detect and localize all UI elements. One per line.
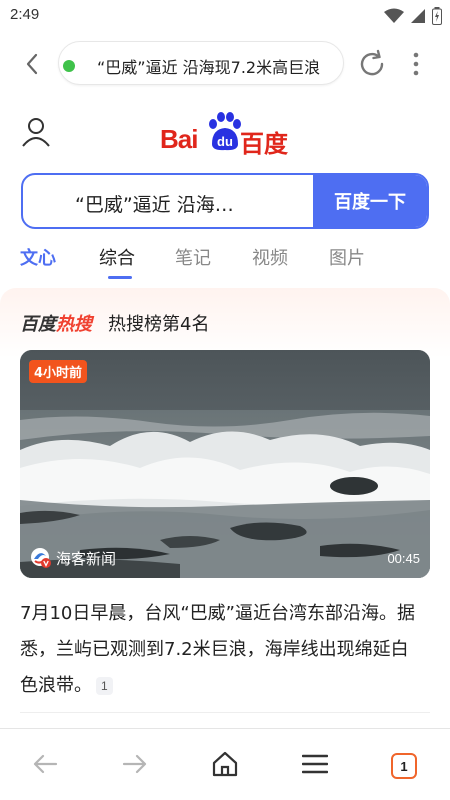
paw-icon: du xyxy=(209,112,241,151)
arrow-left-icon xyxy=(33,754,58,774)
reload-icon xyxy=(360,49,384,76)
home-icon xyxy=(212,751,238,777)
nav-forward-button[interactable] xyxy=(120,749,150,779)
search-input[interactable]: “巴威”逼近 沿海… xyxy=(23,175,315,227)
reload-button[interactable] xyxy=(356,48,388,80)
browser-back-button[interactable] xyxy=(18,50,46,78)
browser-toolbar: “巴威”逼近 沿海现7.2米高巨浪 xyxy=(0,36,450,92)
signal-icon xyxy=(411,9,425,23)
user-icon xyxy=(22,118,50,147)
tab-biji[interactable]: 笔记 xyxy=(175,244,211,270)
logo-du-text: du xyxy=(217,134,233,149)
chevron-left-icon xyxy=(26,53,38,75)
article-summary[interactable]: 7月10日早晨，台风“巴威”逼近台湾东部沿海。据悉，兰屿已观测到7.2米巨浪，海… xyxy=(20,596,420,704)
time-ago-badge: 4小时前 xyxy=(29,360,88,383)
more-vert-icon xyxy=(413,52,419,76)
nav-back-button[interactable] xyxy=(30,749,60,779)
arrow-right-icon xyxy=(122,754,147,774)
source-name: 海客新闻 xyxy=(56,549,117,568)
search-box: “巴威”逼近 沿海… 百度一下 xyxy=(21,173,429,229)
hamburger-menu-icon xyxy=(302,754,328,774)
tab-switcher-button[interactable]: 1 xyxy=(391,753,417,779)
divider xyxy=(20,712,430,713)
status-time: 2:49 xyxy=(10,6,40,23)
bottom-navigation: 1 xyxy=(0,728,450,800)
citation-badge[interactable]: 1 xyxy=(96,677,113,695)
address-text: “巴威”逼近 沿海现7.2米高巨浪 xyxy=(97,58,321,77)
hot-brand-resou: 热搜 xyxy=(56,314,92,335)
tab-zonghe[interactable]: 综合 xyxy=(99,244,135,270)
status-bar: 2:49 xyxy=(0,0,450,32)
video-duration: 00:45 xyxy=(387,551,420,566)
tab-wenxin[interactable]: 文心 xyxy=(20,244,56,270)
ocean-waves-image xyxy=(20,350,430,578)
article-text: 7月10日早晨，台风“巴威”逼近台湾东部沿海。据悉，兰屿已观测到7.2米巨浪，海… xyxy=(20,603,416,696)
hot-brand-baidu: 百度 xyxy=(20,314,56,335)
battery-icon xyxy=(432,7,442,25)
baidu-logo: Bai du 百度 xyxy=(160,112,290,158)
tab-shipin[interactable]: 视频 xyxy=(252,244,288,270)
nav-home-button[interactable] xyxy=(210,749,240,779)
search-tabs: 文心 综合 笔记 视频 图片 xyxy=(20,244,430,280)
active-tab-indicator xyxy=(108,276,132,279)
wifi-icon xyxy=(384,8,404,23)
user-profile-button[interactable] xyxy=(20,116,52,148)
hot-search-card: 百度热搜 热搜榜第4名 4小时前 海客新闻 00:45 7月10日早晨，台风“巴… xyxy=(0,288,450,718)
search-button[interactable]: 百度一下 xyxy=(313,175,427,227)
video-source: 海客新闻 xyxy=(30,547,116,569)
news-source-logo-icon xyxy=(31,548,51,568)
hot-search-brand: 百度热搜 xyxy=(20,310,92,336)
video-thumbnail[interactable]: 4小时前 海客新闻 00:45 xyxy=(20,350,430,578)
nav-menu-button[interactable] xyxy=(300,749,330,779)
hot-search-rank: 热搜榜第4名 xyxy=(108,314,210,335)
logo-bai-text: Bai xyxy=(160,124,198,154)
tab-tupian[interactable]: 图片 xyxy=(329,244,365,270)
address-bar[interactable]: “巴威”逼近 沿海现7.2米高巨浪 xyxy=(58,41,344,85)
logo-cn-text: 百度 xyxy=(240,130,288,158)
secure-indicator-icon xyxy=(63,60,75,72)
browser-menu-button[interactable] xyxy=(404,50,428,78)
status-icons xyxy=(384,6,442,26)
